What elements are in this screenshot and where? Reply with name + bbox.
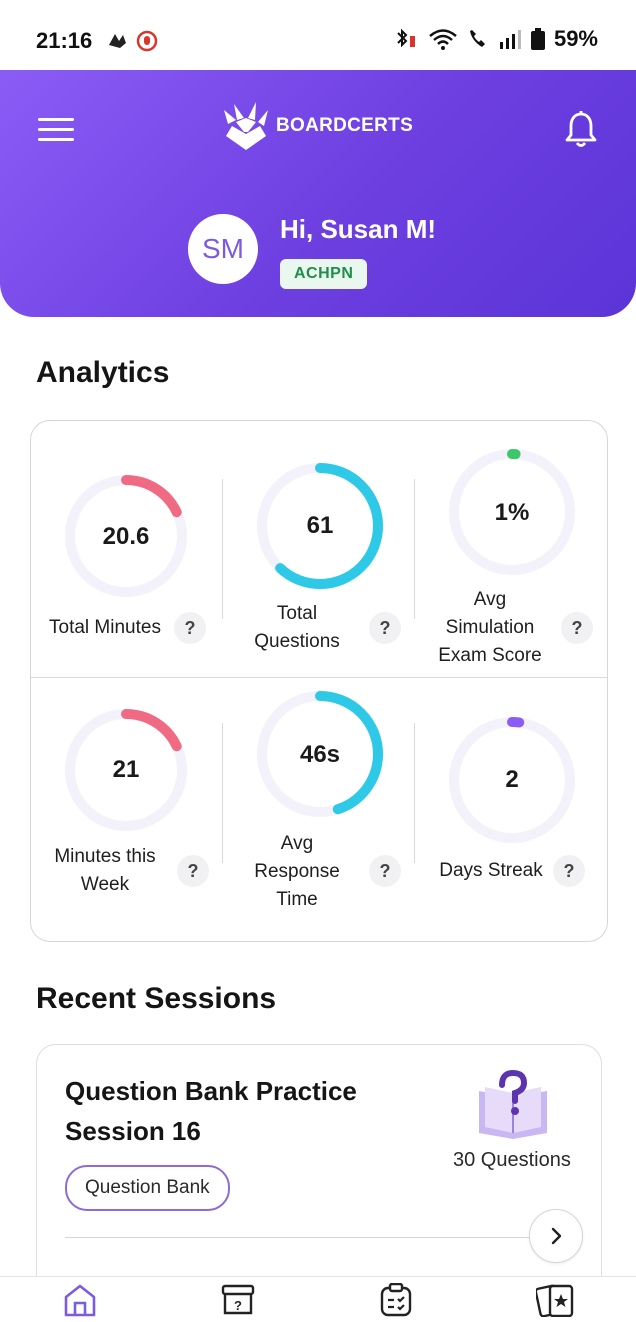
clipboard-check-icon	[380, 1282, 412, 1317]
svg-text:?: ?	[234, 1298, 242, 1313]
metric-value: 21	[112, 756, 140, 783]
home-icon	[64, 1284, 96, 1317]
notifications-button[interactable]	[564, 110, 598, 148]
metric-label: Avg Simulation Exam Score	[438, 589, 542, 666]
status-system-icons: 59%	[394, 26, 598, 52]
metric-total-minutes: 20.6 Total Minutes ?	[31, 421, 223, 677]
wifi-call-icon	[469, 30, 485, 47]
session-question-count: 30 Questions	[453, 1149, 571, 1171]
recent-sessions-title: Recent Sessions	[36, 982, 277, 1015]
bell-icon	[565, 111, 597, 147]
question-box-icon: ?	[221, 1284, 255, 1315]
battery-percentage: 59%	[553, 26, 598, 51]
flashcards-star-icon	[534, 1284, 574, 1318]
help-button[interactable]: ?	[553, 855, 585, 887]
nav-flashcards[interactable]	[534, 1283, 576, 1318]
metric-days-streak: 2 Days Streak ?	[415, 677, 607, 933]
metric-label: Days Streak	[439, 860, 543, 881]
nav-home[interactable]	[62, 1283, 102, 1317]
metric-value: 20.6	[102, 523, 150, 550]
brand-name: BOARDCERTS	[276, 115, 414, 136]
wifi-icon	[429, 29, 457, 50]
status-time: 21:16	[36, 28, 93, 53]
help-button[interactable]: ?	[174, 612, 206, 644]
metric-value: 46s	[299, 741, 341, 768]
help-button[interactable]: ?	[561, 612, 593, 644]
greeting-text: Hi, Susan M!	[280, 214, 437, 244]
nav-exams[interactable]	[378, 1282, 418, 1317]
boardcerts-logo-icon	[224, 102, 268, 150]
app-notification-icon	[109, 34, 126, 48]
status-notification-icons	[106, 30, 158, 52]
help-button[interactable]: ?	[369, 612, 401, 644]
signal-icon	[499, 30, 521, 49]
help-button[interactable]: ?	[369, 855, 401, 887]
menu-button[interactable]	[38, 118, 74, 144]
session-type-tag: Question Bank	[65, 1165, 230, 1211]
session-title: Question Bank Practice Session 16	[65, 1076, 357, 1146]
analytics-title: Analytics	[36, 356, 170, 389]
avatar[interactable]: SM	[188, 214, 258, 284]
metric-label: Total Questions	[254, 603, 340, 652]
metric-total-questions: 61 Total Questions ?	[223, 421, 415, 677]
status-bar: 21:16 59%	[0, 0, 636, 70]
metric-value: 61	[306, 512, 334, 539]
help-button[interactable]: ?	[177, 855, 209, 887]
metric-label: Minutes this Week	[54, 846, 156, 895]
session-card[interactable]: Question Bank Practice Session 16 Questi…	[36, 1044, 602, 1306]
bottom-navigation: ?	[0, 1276, 636, 1320]
open-session-button[interactable]	[529, 1209, 583, 1263]
bluetooth-battery-icon	[397, 28, 415, 48]
divider	[65, 1237, 535, 1238]
certification-badge: ACHPN	[280, 259, 368, 289]
metric-label: Total Minutes	[49, 617, 161, 638]
brand-logo: BOARDCERTS	[222, 100, 413, 152]
question-book-icon	[479, 1069, 547, 1139]
metric-minutes-this-week: 21 Minutes this Week ?	[31, 677, 223, 933]
metric-value: 2	[505, 766, 519, 793]
metric-avg-response-time: 46s Avg Response Time ?	[223, 677, 415, 933]
metric-avg-simulation-exam-score: 1% Avg Simulation Exam Score ?	[415, 421, 607, 677]
profile-header: BOARDCERTS SM Hi, Susan M! ACHPN	[0, 70, 636, 317]
nav-question-bank[interactable]: ?	[220, 1283, 260, 1317]
metric-label: Avg Response Time	[254, 833, 340, 910]
analytics-card: 20.6 Total Minutes ? 61 Total Questions …	[30, 420, 608, 942]
metric-value: 1%	[494, 499, 530, 526]
battery-icon	[530, 28, 545, 50]
chevron-right-icon	[551, 1227, 562, 1245]
alert-notification-icon	[136, 30, 158, 52]
menu-icon	[38, 118, 74, 121]
